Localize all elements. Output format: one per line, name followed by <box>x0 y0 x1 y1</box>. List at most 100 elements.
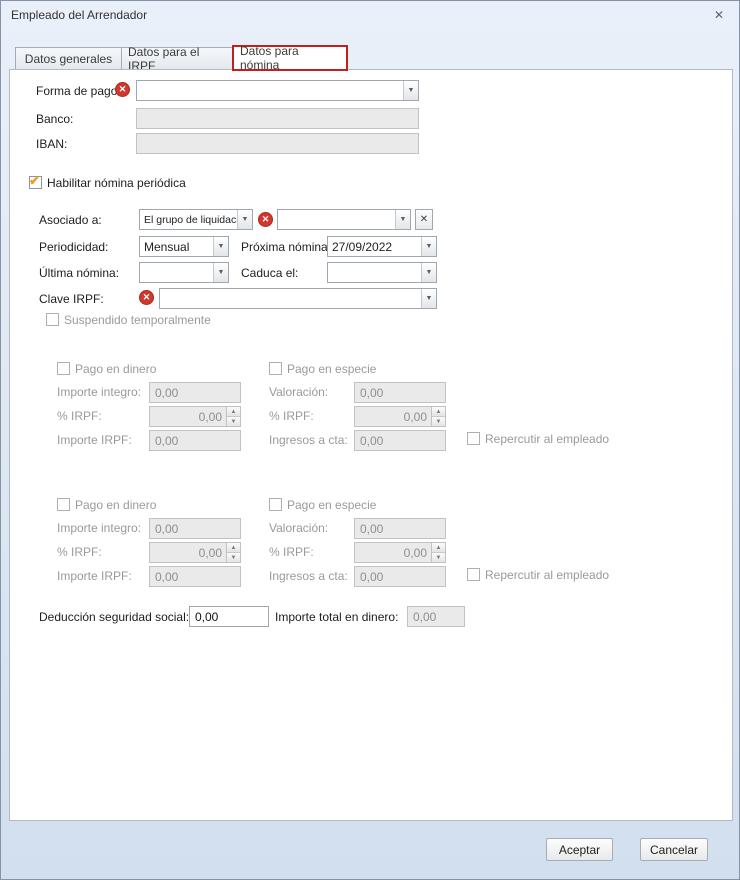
window-title: Empleado del Arrendador <box>11 8 147 22</box>
pago-especie-checkbox[interactable]: ✔ <box>269 362 282 375</box>
proxima-nomina-label: Próxima nómina: <box>241 240 331 255</box>
pct-irpf-value: 0,00 <box>355 407 431 426</box>
aceptar-button[interactable]: Aceptar <box>546 838 613 861</box>
spin-down-icon: ▼ <box>227 416 240 426</box>
pct-irpf-label: % IRPF: <box>57 409 102 424</box>
chevron-down-icon[interactable]: ▼ <box>213 263 228 282</box>
valoracion-label: Valoración: <box>269 521 328 536</box>
caduca-el-datepicker[interactable]: ▼ <box>327 262 437 283</box>
spin-up-icon: ▲ <box>432 543 445 552</box>
banco-field <box>136 108 419 129</box>
importe-irpf-label: Importe IRPF: <box>57 569 132 584</box>
iban-field <box>136 133 419 154</box>
banco-label: Banco: <box>36 112 73 127</box>
deduccion-input[interactable]: 0,00 <box>189 606 269 627</box>
tab-label: Datos generales <box>25 52 112 66</box>
tab-datos-irpf[interactable]: Datos para el IRPF <box>121 47 233 69</box>
chevron-down-icon[interactable]: ▼ <box>421 237 436 256</box>
repercutir-checkbox[interactable]: ✔ <box>467 568 480 581</box>
pago-dinero-label: Pago en dinero <box>75 362 156 377</box>
iban-label: IBAN: <box>36 137 67 152</box>
habilitar-checkbox[interactable]: ✔ <box>29 176 42 189</box>
tab-label: Datos para nómina <box>240 44 340 72</box>
proxima-nomina-value: 27/09/2022 <box>328 237 421 256</box>
ultima-nomina-value <box>140 263 213 282</box>
pago-dinero-checkbox[interactable]: ✔ <box>57 362 70 375</box>
periodicidad-value: Mensual <box>140 237 213 256</box>
caduca-el-value <box>328 263 421 282</box>
pago-dinero-checkbox[interactable]: ✔ <box>57 498 70 511</box>
repercutir-label: Repercutir al empleado <box>485 432 609 447</box>
cancelar-label: Cancelar <box>650 843 698 857</box>
importe-irpf-field: 0,00 <box>149 430 241 451</box>
repercutir-label: Repercutir al empleado <box>485 568 609 583</box>
chevron-down-icon[interactable]: ▼ <box>395 210 410 229</box>
forma-de-pago-value <box>137 81 403 100</box>
spin-up-icon: ▲ <box>227 407 240 416</box>
pct-irpf-spinner: 0,00 ▲▼ <box>354 542 446 563</box>
forma-de-pago-error-icon: ✕ <box>115 82 130 97</box>
importe-total-field: 0,00 <box>407 606 465 627</box>
pct-irpf-value: 0,00 <box>150 407 226 426</box>
importe-integro-label: Importe integro: <box>57 521 141 536</box>
chevron-down-icon[interactable]: ▼ <box>421 263 436 282</box>
titlebar[interactable]: Empleado del Arrendador ✕ <box>1 1 739 29</box>
asociado-tipo-value: El grupo de liquidación <box>140 210 237 229</box>
suspendido-checkbox[interactable]: ✔ <box>46 313 59 326</box>
dialog-empleado-arrendador: Empleado del Arrendador ✕ Datos generale… <box>0 0 740 880</box>
check-icon: ✔ <box>29 173 40 189</box>
spin-down-icon: ▼ <box>227 552 240 562</box>
chevron-down-icon[interactable]: ▼ <box>213 237 228 256</box>
ultima-nomina-datepicker[interactable]: ▼ <box>139 262 229 283</box>
periodicidad-select[interactable]: Mensual ▼ <box>139 236 229 257</box>
asociado-error-icon: ✕ <box>258 212 273 227</box>
spin-up-icon: ▲ <box>227 543 240 552</box>
pct-irpf-value: 0,00 <box>355 543 431 562</box>
repercutir-checkbox[interactable]: ✔ <box>467 432 480 445</box>
pct-irpf-value: 0,00 <box>150 543 226 562</box>
pct-irpf-spinner: 0,00 ▲▼ <box>149 542 241 563</box>
clave-irpf-error-icon: ✕ <box>139 290 154 305</box>
ingresos-cta-label: Ingresos a cta: <box>269 433 348 448</box>
close-icon[interactable]: ✕ <box>711 7 727 23</box>
asociado-tipo-select[interactable]: El grupo de liquidación ▼ <box>139 209 253 230</box>
forma-de-pago-select[interactable]: ▼ <box>136 80 419 101</box>
valoracion-field: 0,00 <box>354 382 446 403</box>
ultima-nomina-label: Última nómina: <box>39 266 119 281</box>
importe-integro-field: 0,00 <box>149 518 241 539</box>
pct-irpf-spinner: 0,00 ▲▼ <box>149 406 241 427</box>
deduccion-label: Deducción seguridad social: <box>39 610 189 625</box>
asociado-valor-value <box>278 210 395 229</box>
pago-dinero-label: Pago en dinero <box>75 498 156 513</box>
pct-irpf-label: % IRPF: <box>269 545 314 560</box>
ingresos-cta-label: Ingresos a cta: <box>269 569 348 584</box>
clear-asociado-button[interactable]: ✕ <box>415 209 433 230</box>
spin-up-icon: ▲ <box>432 407 445 416</box>
importe-irpf-label: Importe IRPF: <box>57 433 132 448</box>
ingresos-cta-field: 0,00 <box>354 430 446 451</box>
pago-especie-label: Pago en especie <box>287 498 376 513</box>
asociado-label: Asociado a: <box>39 213 102 228</box>
clave-irpf-value <box>160 289 421 308</box>
suspendido-label: Suspendido temporalmente <box>64 313 211 328</box>
tab-datos-generales[interactable]: Datos generales <box>15 47 122 69</box>
clave-irpf-select[interactable]: ▼ <box>159 288 437 309</box>
tab-datos-nomina[interactable]: Datos para nómina <box>232 45 348 71</box>
chevron-down-icon[interactable]: ▼ <box>421 289 436 308</box>
spin-down-icon: ▼ <box>432 416 445 426</box>
importe-total-label: Importe total en dinero: <box>275 610 398 625</box>
cancelar-button[interactable]: Cancelar <box>640 838 708 861</box>
proxima-nomina-datepicker[interactable]: 27/09/2022 ▼ <box>327 236 437 257</box>
periodicidad-label: Periodicidad: <box>39 240 108 255</box>
clave-irpf-label: Clave IRPF: <box>39 292 104 307</box>
ingresos-cta-field: 0,00 <box>354 566 446 587</box>
clear-icon: ✕ <box>420 214 428 225</box>
asociado-valor-select[interactable]: ▼ <box>277 209 411 230</box>
chevron-down-icon[interactable]: ▼ <box>403 81 418 100</box>
chevron-down-icon[interactable]: ▼ <box>237 210 252 229</box>
pago-especie-label: Pago en especie <box>287 362 376 377</box>
valoracion-field: 0,00 <box>354 518 446 539</box>
pago-especie-checkbox[interactable]: ✔ <box>269 498 282 511</box>
importe-integro-field: 0,00 <box>149 382 241 403</box>
importe-integro-label: Importe integro: <box>57 385 141 400</box>
